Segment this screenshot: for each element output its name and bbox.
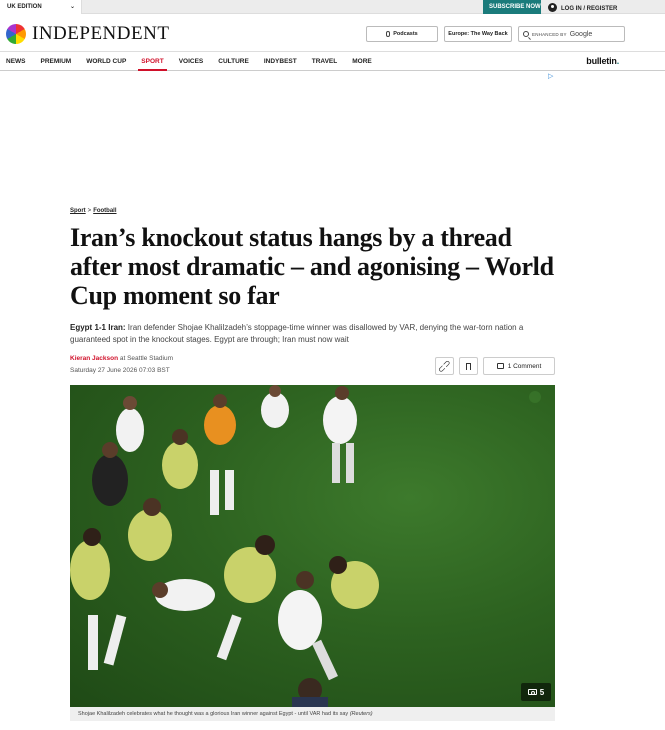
camera-icon (527, 689, 537, 695)
bulletin-link[interactable]: bulletin. (586, 56, 619, 66)
user-icon (548, 2, 557, 12)
standfirst-body: Iran defender Shojae Khalilzadeh’s stopp… (70, 323, 524, 344)
standfirst-lead: Egypt 1-1 Iran: (70, 323, 126, 332)
masthead: INDEPENDENT Podcasts Europe: The Way Bac… (0, 14, 665, 52)
site-logo[interactable]: INDEPENDENT (32, 23, 169, 45)
photo-caption: Shojae Khalilzadeh celebrates what he th… (70, 707, 555, 721)
gallery-button[interactable]: 5 (521, 683, 551, 701)
europe-the-way-back-button[interactable]: Europe: The Way Back (444, 26, 512, 42)
article-standfirst: Egypt 1-1 Iran: Iran defender Shojae Kha… (70, 322, 560, 346)
search-icon (523, 31, 529, 37)
search-enhanced-label: ENHANCED BY (532, 31, 567, 37)
subscribe-button[interactable]: SUBSCRIBE NOW (483, 0, 541, 14)
login-label: LOG IN / REGISTER (561, 6, 618, 12)
nav-item-indybest[interactable]: INDYBEST (264, 52, 297, 71)
podcasts-label: Podcasts (393, 31, 418, 37)
top-strip: UK EDITION ⌄ SUBSCRIBE NOW LOG IN / REGI… (0, 0, 665, 14)
nav-item-culture[interactable]: CULTURE (218, 52, 249, 71)
bulletin-dot: . (616, 56, 620, 66)
europe-label: Europe: The Way Back (448, 31, 508, 37)
microphone-icon (386, 31, 391, 37)
article-headline: Iran’s knockout status hangs by a thread… (70, 223, 554, 310)
edition-selector[interactable]: UK EDITION ⌄ (0, 0, 82, 14)
breadcrumb: Sport > Football (70, 208, 117, 214)
nav-item-travel[interactable]: TRAVEL (312, 52, 338, 71)
search-input[interactable]: ENHANCED BY Google (518, 26, 625, 42)
adchoices-icon[interactable]: ▷ (548, 72, 553, 80)
link-icon: ⊂⊃ (435, 356, 454, 375)
independent-eagle-logo[interactable] (6, 24, 26, 44)
bookmark-button[interactable] (459, 357, 478, 375)
author-link[interactable]: Kieran Jackson (70, 355, 118, 362)
copy-link-button[interactable]: ⊂⊃ (435, 357, 454, 375)
nav-item-voices[interactable]: VOICES (179, 52, 204, 71)
caption-text: Shojae Khalilzadeh celebrates what he th… (78, 711, 350, 717)
nav-item-premium[interactable]: PREMIUM (41, 52, 72, 71)
byline: Kieran Jackson at Seattle Stadium (70, 355, 173, 362)
edition-label: UK EDITION (7, 4, 42, 10)
publish-date: Saturday 27 June 2026 07:03 BST (70, 367, 170, 374)
bookmark-icon (466, 362, 471, 370)
nav-item-world-cup[interactable]: WORLD CUP (86, 52, 126, 71)
caption-credit: (Reuters) (349, 711, 373, 717)
breadcrumb-sport[interactable]: Sport (70, 208, 86, 214)
chevron-down-icon: ⌄ (69, 4, 75, 10)
nav-item-more[interactable]: MORE (352, 52, 372, 71)
bulletin-label: bulletin (586, 56, 617, 66)
player-figures (70, 385, 379, 707)
breadcrumb-football[interactable]: Football (93, 208, 116, 214)
celebration-illustration (70, 385, 541, 707)
hero-photo[interactable] (70, 385, 555, 707)
login-register-link[interactable]: LOG IN / REGISTER (548, 0, 617, 14)
main-nav: NEWS PREMIUM WORLD CUP SPORT VOICES CULT… (0, 52, 665, 71)
gallery-count: 5 (539, 687, 545, 697)
comments-label: 1 Comment (507, 362, 542, 370)
search-google-label: Google (569, 30, 593, 38)
comment-icon (496, 363, 504, 369)
nav-item-sport[interactable]: SPORT (138, 52, 168, 71)
nav-item-news[interactable]: NEWS (6, 52, 26, 71)
breadcrumb-separator: > (87, 208, 92, 214)
byline-location: at Seattle Stadium (118, 355, 173, 362)
comments-button[interactable]: 1 Comment (483, 357, 555, 375)
podcasts-button[interactable]: Podcasts (366, 26, 438, 42)
